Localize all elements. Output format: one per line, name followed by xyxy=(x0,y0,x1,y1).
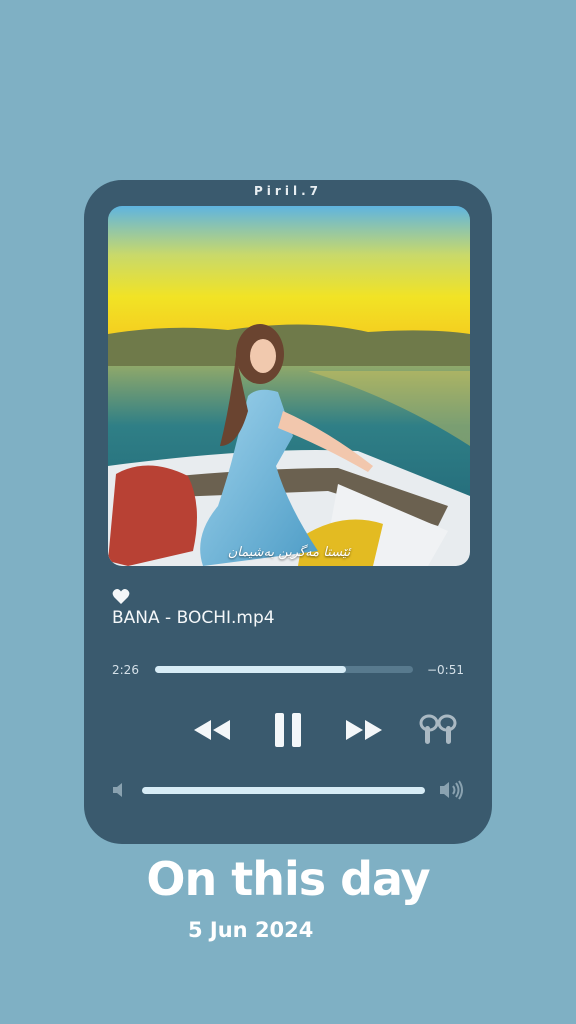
volume-low-icon xyxy=(113,783,122,797)
artwork-caption: ئێستا مەگرین بەشیمان xyxy=(227,545,351,560)
rewind-icon[interactable] xyxy=(192,718,232,742)
time-elapsed: 2:26 xyxy=(112,663,139,677)
fast-forward-icon[interactable] xyxy=(344,718,384,742)
album-artwork[interactable]: ئێستا مەگرین بەشیمان xyxy=(108,206,470,566)
volume-slider[interactable] xyxy=(142,787,425,794)
memory-headline: On this day xyxy=(146,852,430,906)
memory-date: 5 Jun 2024 xyxy=(188,918,314,942)
progress-bar[interactable] xyxy=(155,666,413,673)
pause-icon[interactable] xyxy=(273,711,303,749)
music-player-card: Piril.7 ئێستا مەگرین بەشیمان BANA - BOCH… xyxy=(84,180,492,844)
time-remaining: −0:51 xyxy=(426,663,464,677)
track-title: BANA - BOCHI.mp4 xyxy=(112,608,275,628)
volume-high-icon xyxy=(440,780,463,800)
progress-fill xyxy=(155,666,346,673)
airpods-icon[interactable] xyxy=(416,714,460,746)
artwork-image xyxy=(108,206,470,566)
heart-icon[interactable] xyxy=(112,588,130,605)
username-handle: Piril.7 xyxy=(254,184,322,198)
